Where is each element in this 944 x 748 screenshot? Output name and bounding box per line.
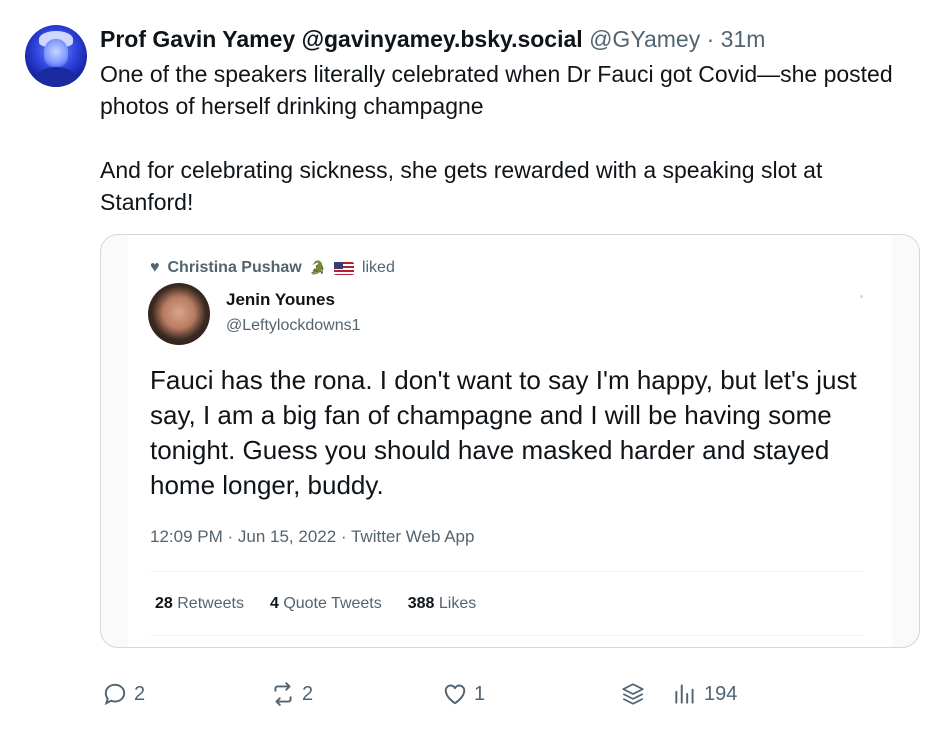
attached-image-card[interactable]: ♥ Christina Pushaw 🐊 liked Jenin Younes … — [100, 234, 920, 648]
reply-count: 2 — [134, 682, 146, 705]
divider — [150, 635, 862, 636]
avatar-body — [33, 67, 79, 87]
reply-icon — [104, 683, 126, 706]
post-header: Prof Gavin Yamey @gavinyamey.bsky.social… — [100, 24, 765, 54]
reply-button[interactable]: 2 — [102, 676, 145, 712]
meta-separator: · — [700, 26, 721, 52]
embedded-author-name: Jenin Younes — [226, 290, 335, 309]
embedded-stats-row: 28 Retweets 4 Quote Tweets 388 Likes — [155, 595, 476, 613]
repost-count: 2 — [302, 682, 314, 705]
views-count: 194 — [704, 682, 738, 705]
views-icon — [675, 684, 694, 704]
post-body: One of the speakers literally celebrated… — [100, 58, 900, 218]
embedded-tweet-screenshot: ♥ Christina Pushaw 🐊 liked Jenin Younes … — [128, 235, 892, 647]
divider — [150, 571, 862, 572]
post-paragraph-2: And for celebrating sickness, she gets r… — [100, 157, 823, 215]
views-button[interactable]: 194 — [672, 676, 737, 712]
feeds-icon — [622, 683, 644, 705]
author-avatar[interactable] — [25, 25, 87, 87]
embedded-timestamp: 12:09 PM · Jun 15, 2022 · Twitter Web Ap… — [150, 527, 475, 546]
liked-label: liked — [361, 259, 395, 276]
post-time[interactable]: 31m — [721, 26, 766, 52]
liked-by-name: Christina Pushaw — [167, 259, 302, 276]
heart-icon: ♥ — [150, 259, 160, 276]
embedded-author-avatar — [148, 283, 210, 345]
likes-stat: 388 Likes — [407, 595, 477, 612]
author-name[interactable]: Prof Gavin Yamey @gavinyamey.bsky.social — [100, 26, 583, 52]
action-bar: 2 2 1 194 — [100, 676, 920, 712]
retweets-stat: 28 Retweets — [155, 595, 244, 612]
repost-icon — [274, 682, 292, 706]
post-paragraph-1: One of the speakers literally celebrated… — [100, 61, 893, 119]
liked-by-row: ♥ Christina Pushaw 🐊 liked — [150, 259, 395, 277]
avatar-face — [44, 39, 68, 67]
us-flag-icon — [333, 261, 354, 275]
repost-button[interactable]: 2 — [270, 676, 313, 712]
like-count: 1 — [474, 682, 486, 705]
like-button[interactable]: 1 — [442, 676, 485, 712]
feeds-button[interactable] — [620, 676, 646, 712]
like-icon — [444, 684, 466, 705]
embedded-tweet-text: Fauci has the rona. I don't want to say … — [150, 365, 857, 500]
quote-tweets-stat: 4 Quote Tweets — [269, 595, 382, 612]
author-handle[interactable]: @GYamey — [589, 26, 700, 52]
embedded-author-handle: @Leftylockdowns1 — [226, 317, 361, 334]
more-dot — [860, 295, 863, 298]
crocodile-icon: 🐊 — [309, 260, 326, 275]
